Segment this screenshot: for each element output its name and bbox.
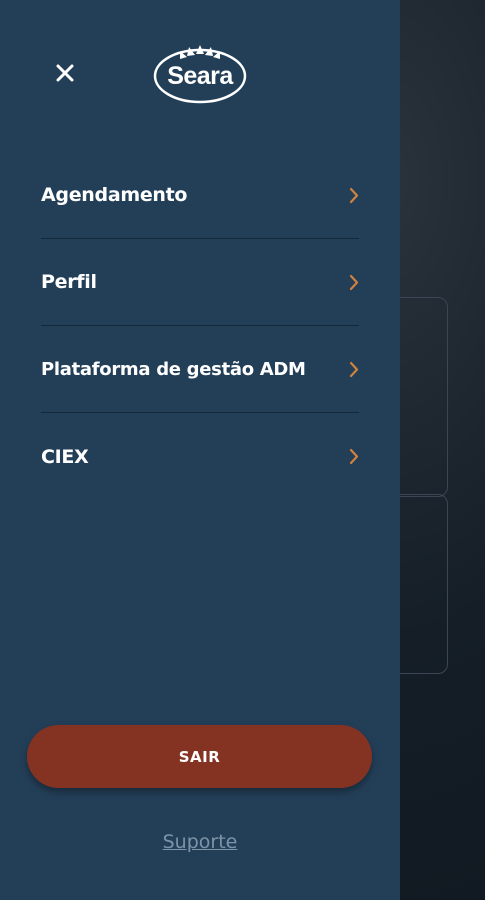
chevron-right-icon [349, 361, 359, 378]
close-button[interactable] [50, 58, 80, 88]
menu-list: Agendamento Perfil Plataforma de gestão … [41, 152, 359, 500]
menu-item-ciex[interactable]: CIEX [41, 413, 359, 500]
logo-text: Seara [167, 62, 233, 90]
logout-button-label: SAIR [178, 747, 221, 766]
chevron-right-icon [349, 274, 359, 291]
menu-item-label: Perfil [41, 271, 97, 293]
menu-item-label: Agendamento [41, 184, 188, 206]
seara-logo: Seara [153, 42, 247, 104]
side-menu-drawer: Seara Agendamento Perfil Plataforma de g… [0, 0, 400, 900]
logout-button[interactable]: SAIR [27, 725, 372, 788]
chevron-right-icon [349, 187, 359, 204]
menu-item-plataforma-gestao-adm[interactable]: Plataforma de gestão ADM [41, 326, 359, 413]
menu-item-label: CIEX [41, 445, 89, 468]
support-link[interactable]: Suporte [0, 831, 400, 853]
chevron-right-icon [349, 448, 359, 465]
menu-item-label: Plataforma de gestão ADM [41, 358, 306, 380]
menu-item-perfil[interactable]: Perfil [41, 239, 359, 326]
close-icon [56, 64, 74, 82]
menu-item-agendamento[interactable]: Agendamento [41, 152, 359, 239]
